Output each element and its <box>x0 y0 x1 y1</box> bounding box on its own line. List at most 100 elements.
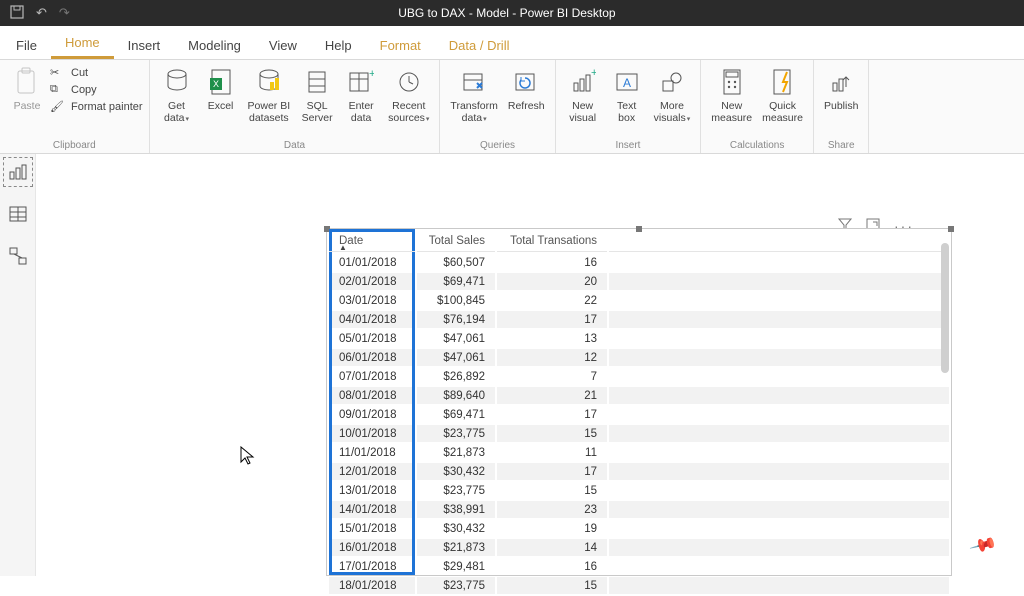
cell-sales: $29,481 <box>417 558 495 575</box>
menu-modeling[interactable]: Modeling <box>174 30 255 59</box>
menu-file[interactable]: File <box>2 30 51 59</box>
new-measure-button[interactable]: Newmeasure <box>707 64 756 138</box>
cell-date: 16/01/2018 <box>329 539 415 556</box>
report-canvas[interactable]: ··· Date▲ Total Sales Total Transations … <box>36 154 1024 576</box>
new-visual-button[interactable]: + Newvisual <box>562 64 604 138</box>
table-row[interactable]: 04/01/2018$76,19417 <box>329 311 949 328</box>
resize-handle[interactable] <box>636 226 642 232</box>
table-plus-icon: + <box>345 66 377 98</box>
menu-view[interactable]: View <box>255 30 311 59</box>
quick-measure-button[interactable]: Quickmeasure <box>758 64 807 138</box>
cell-sales: $26,892 <box>417 368 495 385</box>
menu-help[interactable]: Help <box>311 30 366 59</box>
menu-home[interactable]: Home <box>51 27 114 59</box>
table-row[interactable]: 18/01/2018$23,77515 <box>329 577 949 594</box>
cell-date: 02/01/2018 <box>329 273 415 290</box>
recent-sources-button[interactable]: Recentsources▾ <box>384 64 433 138</box>
cell-trans: 16 <box>497 558 607 575</box>
cell-date: 07/01/2018 <box>329 368 415 385</box>
pbi-datasets-button[interactable]: Power BIdatasets <box>244 64 295 138</box>
undo-icon[interactable]: ↶ <box>36 5 47 21</box>
table-row[interactable]: 06/01/2018$47,06112 <box>329 349 949 366</box>
cell-sales: $21,873 <box>417 539 495 556</box>
table-row[interactable]: 16/01/2018$21,87314 <box>329 539 949 556</box>
table-row[interactable]: 17/01/2018$29,48116 <box>329 558 949 575</box>
group-insert: + Newvisual A Textbox Morevisuals▾ Inser… <box>556 60 702 153</box>
calculator-bolt-icon <box>767 66 799 98</box>
cell-sales: $47,061 <box>417 349 495 366</box>
cell-sales: $23,775 <box>417 482 495 499</box>
group-data: Getdata▾ X Excel Power BIdatasets SQLSer… <box>150 60 441 153</box>
vertical-scrollbar[interactable] <box>941 243 949 571</box>
cell-sales: $23,775 <box>417 577 495 594</box>
cell-trans: 17 <box>497 311 607 328</box>
table-visual[interactable]: Date▲ Total Sales Total Transations 01/0… <box>326 228 952 576</box>
table-row[interactable]: 05/01/2018$47,06113 <box>329 330 949 347</box>
get-data-button[interactable]: Getdata▾ <box>156 64 198 138</box>
data-table: Date▲ Total Sales Total Transations 01/0… <box>327 229 951 596</box>
cell-trans: 17 <box>497 406 607 423</box>
pbi-icon <box>253 66 285 98</box>
more-visuals-button[interactable]: Morevisuals▾ <box>650 64 695 138</box>
cell-date: 05/01/2018 <box>329 330 415 347</box>
col-date[interactable]: Date▲ <box>329 231 415 252</box>
cell-trans: 14 <box>497 539 607 556</box>
cell-sales: $76,194 <box>417 311 495 328</box>
cell-date: 11/01/2018 <box>329 444 415 461</box>
clock-icon <box>393 66 425 98</box>
table-row[interactable]: 11/01/2018$21,87311 <box>329 444 949 461</box>
table-row[interactable]: 13/01/2018$23,77515 <box>329 482 949 499</box>
paste-button[interactable]: Paste <box>6 64 48 138</box>
cell-trans: 20 <box>497 273 607 290</box>
table-row[interactable]: 08/01/2018$89,64021 <box>329 387 949 404</box>
publish-button[interactable]: Publish <box>820 64 862 138</box>
data-view-button[interactable] <box>6 202 30 226</box>
cell-trans: 15 <box>497 577 607 594</box>
pin-icon[interactable]: 📌 <box>968 531 998 560</box>
table-row[interactable]: 09/01/2018$69,47117 <box>329 406 949 423</box>
cell-date: 01/01/2018 <box>329 254 415 271</box>
table-row[interactable]: 07/01/2018$26,8927 <box>329 368 949 385</box>
transform-data-button[interactable]: Transformdata▾ <box>446 64 501 138</box>
table-row[interactable]: 01/01/2018$60,50716 <box>329 254 949 271</box>
copy-button[interactable]: ⧉Copy <box>50 83 143 97</box>
excel-button[interactable]: X Excel <box>200 64 242 138</box>
group-queries: Transformdata▾ Refresh Queries <box>440 60 555 153</box>
resize-handle[interactable] <box>948 226 954 232</box>
menu-tabs: File Home Insert Modeling View Help Form… <box>0 26 1024 60</box>
enter-data-button[interactable]: + Enterdata <box>340 64 382 138</box>
mouse-cursor-icon <box>240 446 256 466</box>
refresh-button[interactable]: Refresh <box>504 64 549 138</box>
cell-sales: $30,432 <box>417 463 495 480</box>
table-row[interactable]: 15/01/2018$30,43219 <box>329 520 949 537</box>
sql-server-button[interactable]: SQLServer <box>296 64 338 138</box>
view-rail <box>0 154 36 576</box>
save-icon[interactable] <box>10 5 24 21</box>
scrollbar-thumb[interactable] <box>941 243 949 373</box>
cell-date: 10/01/2018 <box>329 425 415 442</box>
shapes-icon <box>656 66 688 98</box>
col-sales[interactable]: Total Sales <box>417 231 495 252</box>
cut-button[interactable]: ✂Cut <box>50 66 143 80</box>
model-view-button[interactable] <box>6 244 30 268</box>
group-calculations: Newmeasure Quickmeasure Calculations <box>701 60 814 153</box>
table-row[interactable]: 14/01/2018$38,99123 <box>329 501 949 518</box>
redo-icon[interactable]: ↷ <box>59 5 70 21</box>
cell-date: 06/01/2018 <box>329 349 415 366</box>
menu-insert[interactable]: Insert <box>114 30 175 59</box>
text-box-button[interactable]: A Textbox <box>606 64 648 138</box>
table-row[interactable]: 10/01/2018$23,77515 <box>329 425 949 442</box>
report-view-button[interactable] <box>6 160 30 184</box>
cell-trans: 19 <box>497 520 607 537</box>
menu-datadrill[interactable]: Data / Drill <box>435 30 524 59</box>
cell-trans: 21 <box>497 387 607 404</box>
table-row[interactable]: 03/01/2018$100,84522 <box>329 292 949 309</box>
svg-text:+: + <box>369 69 374 80</box>
cell-trans: 15 <box>497 425 607 442</box>
col-trans[interactable]: Total Transations <box>497 231 607 252</box>
table-row[interactable]: 12/01/2018$30,43217 <box>329 463 949 480</box>
format-painter-button[interactable]: 🖌Format painter <box>50 100 143 114</box>
menu-format[interactable]: Format <box>366 30 435 59</box>
table-row[interactable]: 02/01/2018$69,47120 <box>329 273 949 290</box>
cell-trans: 23 <box>497 501 607 518</box>
